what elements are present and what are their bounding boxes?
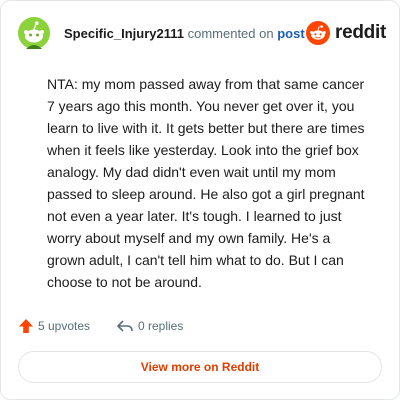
reply-count: 0 replies bbox=[138, 319, 184, 333]
author-name[interactable]: Specific_Injury2111 bbox=[64, 26, 184, 41]
upvote-count: 5 upvotes bbox=[38, 319, 91, 333]
author-line: Specific_Injury2111 commented on post bbox=[64, 26, 305, 41]
comment-card: Specific_Injury2111 commented on post re… bbox=[0, 0, 400, 400]
comment-footer: 5 upvotes 0 replies bbox=[18, 318, 378, 338]
reply-stat[interactable]: 0 replies bbox=[116, 318, 183, 334]
reddit-wordmark: reddit bbox=[335, 22, 386, 43]
reddit-brand[interactable]: reddit bbox=[306, 21, 386, 45]
upvote-arrow-icon bbox=[19, 319, 33, 333]
reddit-logo-icon bbox=[306, 21, 331, 45]
snoo-avatar-icon[interactable] bbox=[18, 17, 50, 49]
reply-arrow-icon bbox=[117, 320, 133, 332]
comment-body: NTA: my mom passed away from that same c… bbox=[47, 76, 365, 290]
post-link[interactable]: post bbox=[277, 26, 304, 41]
view-more-button[interactable]: View more on Reddit bbox=[18, 351, 382, 383]
action-text: commented on bbox=[187, 26, 274, 41]
upvote-stat[interactable]: 5 upvotes bbox=[18, 318, 90, 334]
comment-header: Specific_Injury2111 commented on post re… bbox=[18, 16, 386, 50]
